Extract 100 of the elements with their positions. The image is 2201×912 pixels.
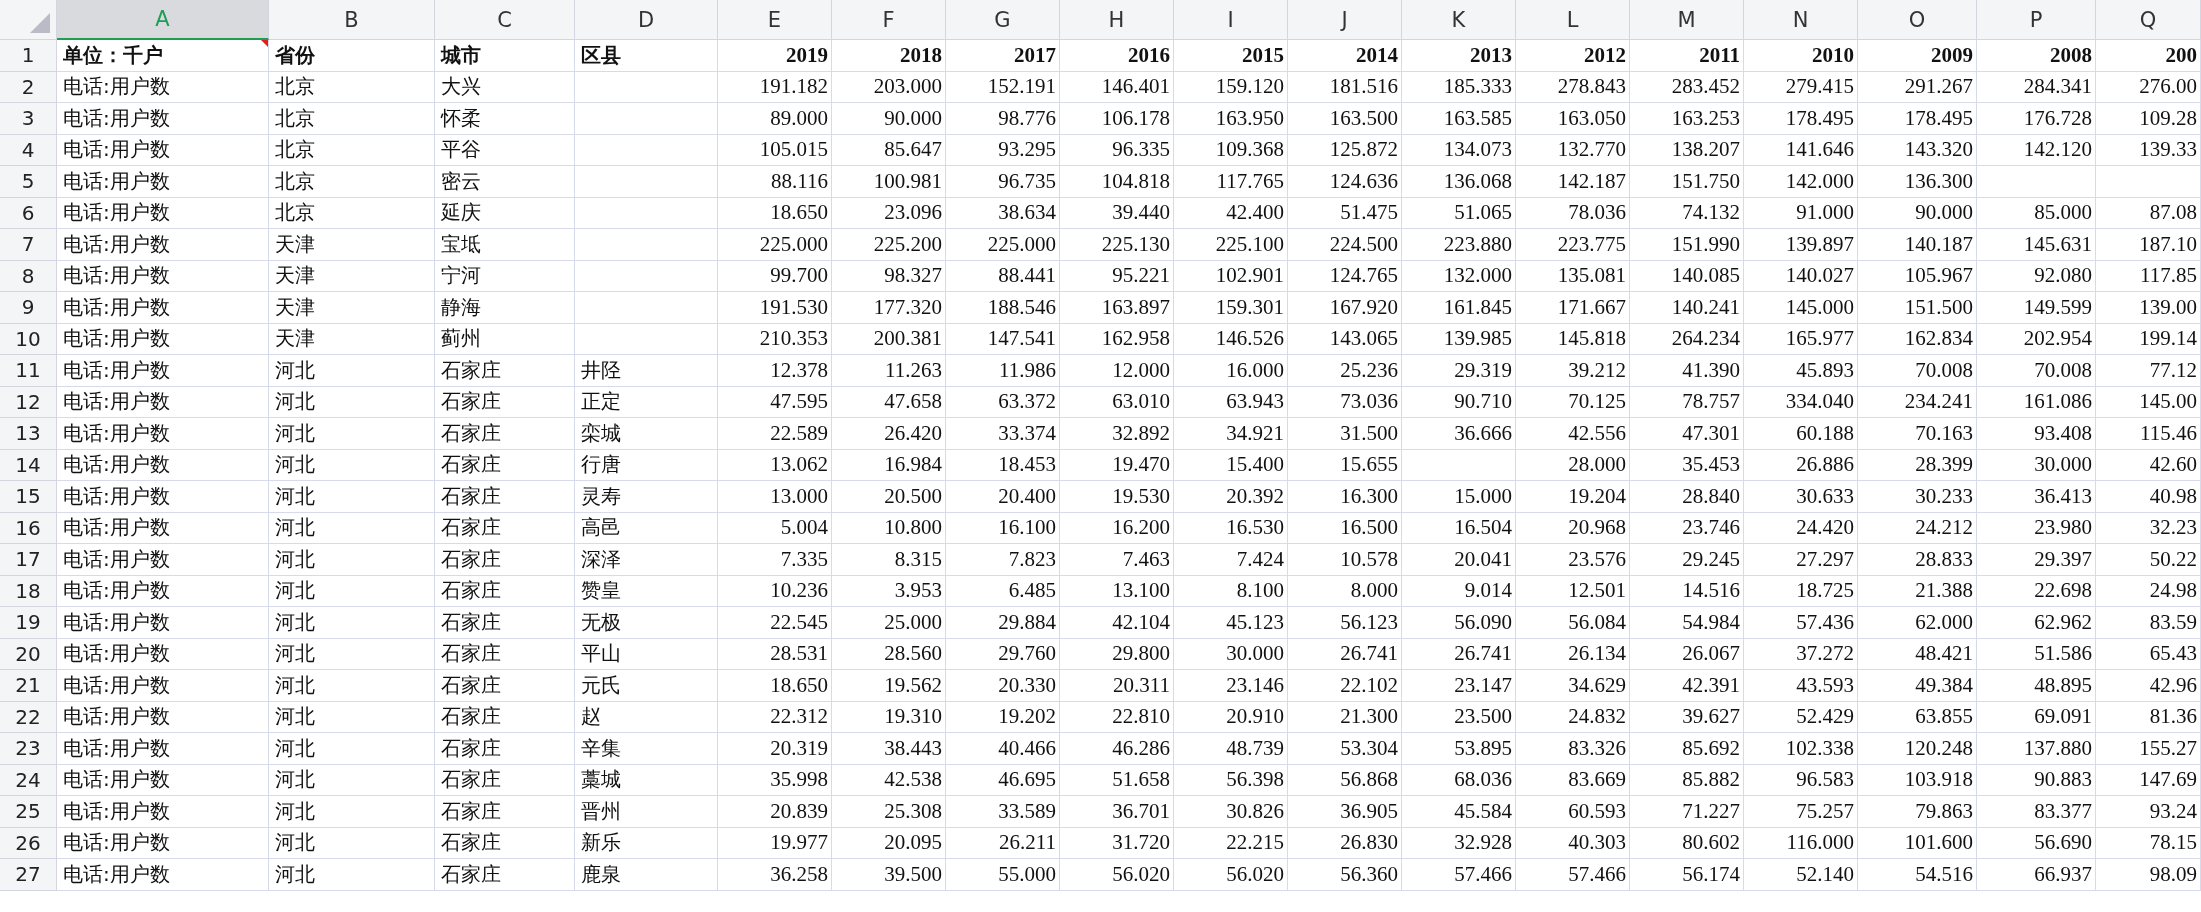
table-cell: 26.420 [832,418,946,450]
table-cell: 延庆 [435,197,575,229]
column-header[interactable]: G [946,0,1060,40]
column-header[interactable]: D [575,0,718,40]
table-cell: 63.010 [1060,386,1174,418]
row-number[interactable]: 21 [0,670,57,702]
table-cell: 163.253 [1630,103,1744,135]
column-header[interactable]: B [269,0,435,40]
row-number[interactable]: 11 [0,355,57,387]
column-header[interactable]: Q [2096,0,2201,40]
table-cell: 平山 [575,638,718,670]
table-cell: 78.15 [2096,827,2201,859]
row-number[interactable]: 14 [0,449,57,481]
table-cell: 河北 [269,418,435,450]
table-cell: 51.065 [1402,197,1516,229]
table-cell: 49.384 [1858,670,1977,702]
table-cell: 151.990 [1630,229,1744,261]
table-cell: 11.986 [946,355,1060,387]
table-cell: 134.073 [1402,134,1516,166]
table-cell: 60.593 [1516,796,1630,828]
row-number[interactable]: 17 [0,544,57,576]
column-header[interactable]: I [1174,0,1288,40]
table-cell: 124.636 [1288,166,1402,198]
column-header[interactable]: K [1402,0,1516,40]
row-number[interactable]: 27 [0,859,57,891]
row-number[interactable]: 6 [0,197,57,229]
row-number[interactable]: 18 [0,575,57,607]
table-cell: 69.091 [1977,701,2096,733]
table-cell: 35.453 [1630,449,1744,481]
row-number[interactable]: 26 [0,827,57,859]
row-number[interactable]: 10 [0,323,57,355]
row-number[interactable]: 19 [0,607,57,639]
table-cell: 45.584 [1402,796,1516,828]
row-number[interactable]: 8 [0,260,57,292]
table-cell: 70.125 [1516,386,1630,418]
row-number[interactable]: 16 [0,512,57,544]
table-cell: 117.85 [2096,260,2201,292]
column-header[interactable]: O [1858,0,1977,40]
row-number[interactable]: 22 [0,701,57,733]
table-cell: 电话:用户数 [57,859,269,891]
row-number[interactable]: 25 [0,796,57,828]
row-number[interactable]: 15 [0,481,57,513]
table-cell: 109.28 [2096,103,2201,135]
table-cell: 天津 [269,292,435,324]
table-cell: 163.950 [1174,103,1288,135]
column-header[interactable]: P [1977,0,2096,40]
row-number[interactable]: 1 [0,40,57,72]
table-cell: 电话:用户数 [57,323,269,355]
row-number[interactable]: 23 [0,733,57,765]
table-cell: 51.475 [1288,197,1402,229]
table-cell: 120.248 [1858,733,1977,765]
table-cell: 19.977 [718,827,832,859]
table-cell: 北京 [269,134,435,166]
row-number[interactable]: 3 [0,103,57,135]
row-number[interactable]: 13 [0,418,57,450]
table-cell: 2009 [1858,40,1977,72]
table-cell: 93.408 [1977,418,2096,450]
table-cell: 279.415 [1744,71,1858,103]
row-number[interactable]: 7 [0,229,57,261]
table-cell: 22.102 [1288,670,1402,702]
column-header[interactable]: H [1060,0,1174,40]
table-cell: 115.46 [2096,418,2201,450]
table-cell: 石家庄 [435,670,575,702]
table-cell: 10.800 [832,512,946,544]
row-number[interactable]: 9 [0,292,57,324]
table-cell: 81.36 [2096,701,2201,733]
table-cell: 31.720 [1060,827,1174,859]
table-cell: 单位：千户 [57,40,269,72]
table-cell: 60.188 [1744,418,1858,450]
column-header[interactable]: C [435,0,575,40]
column-header[interactable]: E [718,0,832,40]
column-header[interactable]: F [832,0,946,40]
column-header[interactable]: N [1744,0,1858,40]
table-cell: 40.98 [2096,481,2201,513]
row-number[interactable]: 12 [0,386,57,418]
table-cell: 101.600 [1858,827,1977,859]
table-cell: 电话:用户数 [57,638,269,670]
row-number[interactable]: 4 [0,134,57,166]
table-cell: 20.330 [946,670,1060,702]
row-number[interactable]: 5 [0,166,57,198]
table-cell: 天津 [269,323,435,355]
table-cell: 石家庄 [435,386,575,418]
table-cell: 20.095 [832,827,946,859]
column-header[interactable]: M [1630,0,1744,40]
table-cell: 河北 [269,355,435,387]
table-cell: 51.586 [1977,638,2096,670]
column-header[interactable]: L [1516,0,1630,40]
table-cell: 22.215 [1174,827,1288,859]
row-number[interactable]: 2 [0,71,57,103]
table-cell: 23.147 [1402,670,1516,702]
table-cell: 140.027 [1744,260,1858,292]
table-cell: 23.576 [1516,544,1630,576]
table-cell: 16.200 [1060,512,1174,544]
table-cell: 79.863 [1858,796,1977,828]
table-cell: 152.191 [946,71,1060,103]
column-header[interactable]: J [1288,0,1402,40]
row-number[interactable]: 24 [0,764,57,796]
row-number[interactable]: 20 [0,638,57,670]
select-all-icon[interactable] [30,13,50,33]
table-cell: 2015 [1174,40,1288,72]
